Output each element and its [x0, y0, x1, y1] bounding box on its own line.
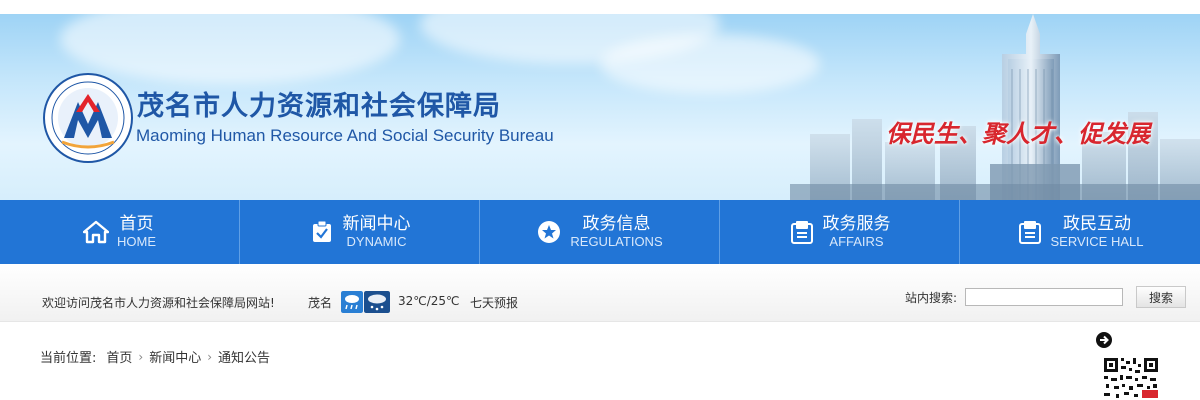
star-icon: [536, 219, 562, 245]
bureau-emblem-icon: [43, 73, 133, 163]
nav-label-cn: 政务服务: [822, 214, 891, 234]
seven-day-forecast-link[interactable]: 七天预报: [470, 294, 518, 311]
site-title-en: Maoming Human Resource And Social Securi…: [136, 126, 554, 145]
breadcrumb: 当前位置: 首页 › 新闻中心 › 通知公告: [40, 347, 270, 367]
arrow-right-circle-icon[interactable]: [1095, 331, 1113, 349]
clipboard-icon: [309, 219, 335, 245]
weather-city: 茂名: [308, 296, 333, 310]
site-title-cn: 茂名市人力资源和社会保障局: [137, 91, 501, 122]
nav-item-news[interactable]: 新闻中心 DYNAMIC: [240, 200, 480, 264]
welcome-message: 欢迎访问茂名市人力资源和社会保障局网站!: [42, 296, 275, 310]
header-banner: 茂名市人力资源和社会保障局 Maoming Human Resource And…: [0, 14, 1200, 200]
breadcrumb-item-notices[interactable]: 通知公告: [218, 347, 270, 366]
search-button[interactable]: 搜索: [1136, 286, 1186, 308]
nav-label-cn: 首页: [119, 214, 154, 234]
thunderstorm-weather-icon: [364, 291, 390, 313]
nav-item-home[interactable]: 首页 HOME: [0, 200, 240, 264]
city-skyline-image: [790, 14, 1200, 200]
info-bar: 欢迎访问茂名市人力资源和社会保障局网站! 茂名 32℃/25℃ 七天预报 站内搜…: [0, 264, 1200, 322]
chevron-right-icon: ›: [138, 349, 144, 364]
nav-label-en: AFFAIRS: [829, 234, 884, 249]
nav-label-cn: 政务信息: [582, 214, 651, 234]
main-nav: 首页 HOME 新闻中心 DYNAMIC 政务信息 REGULATIONS 政务…: [0, 200, 1200, 264]
nav-label-en: SERVICE HALL: [1050, 234, 1144, 249]
nav-item-interaction[interactable]: 政民互动 SERVICE HALL: [960, 200, 1200, 264]
nav-item-government-info[interactable]: 政务信息 REGULATIONS: [480, 200, 720, 264]
document-icon: [1017, 219, 1043, 245]
cloud-decoration: [600, 34, 820, 94]
search-label: 站内搜索:: [905, 291, 958, 305]
temperature: 32℃/25℃: [398, 294, 460, 308]
nav-label-cn: 新闻中心: [342, 214, 411, 234]
chevron-right-icon: ›: [207, 349, 213, 364]
document-icon: [789, 219, 815, 245]
qr-code-image: [1102, 356, 1160, 400]
nav-label-en: HOME: [117, 234, 156, 249]
search-input[interactable]: [965, 288, 1123, 306]
nav-label-en: REGULATIONS: [570, 234, 663, 249]
nav-item-government-services[interactable]: 政务服务 AFFAIRS: [720, 200, 960, 264]
breadcrumb-prefix: 当前位置:: [40, 351, 97, 366]
nav-label-en: DYNAMIC: [346, 234, 407, 249]
nav-label-cn: 政民互动: [1063, 214, 1131, 234]
rain-weather-icon: [341, 291, 363, 313]
home-icon: [83, 219, 109, 245]
breadcrumb-item-home[interactable]: 首页: [106, 347, 132, 366]
slogan: 保民生、聚人才、促发展: [886, 119, 1150, 148]
breadcrumb-item-news[interactable]: 新闻中心: [149, 347, 201, 366]
